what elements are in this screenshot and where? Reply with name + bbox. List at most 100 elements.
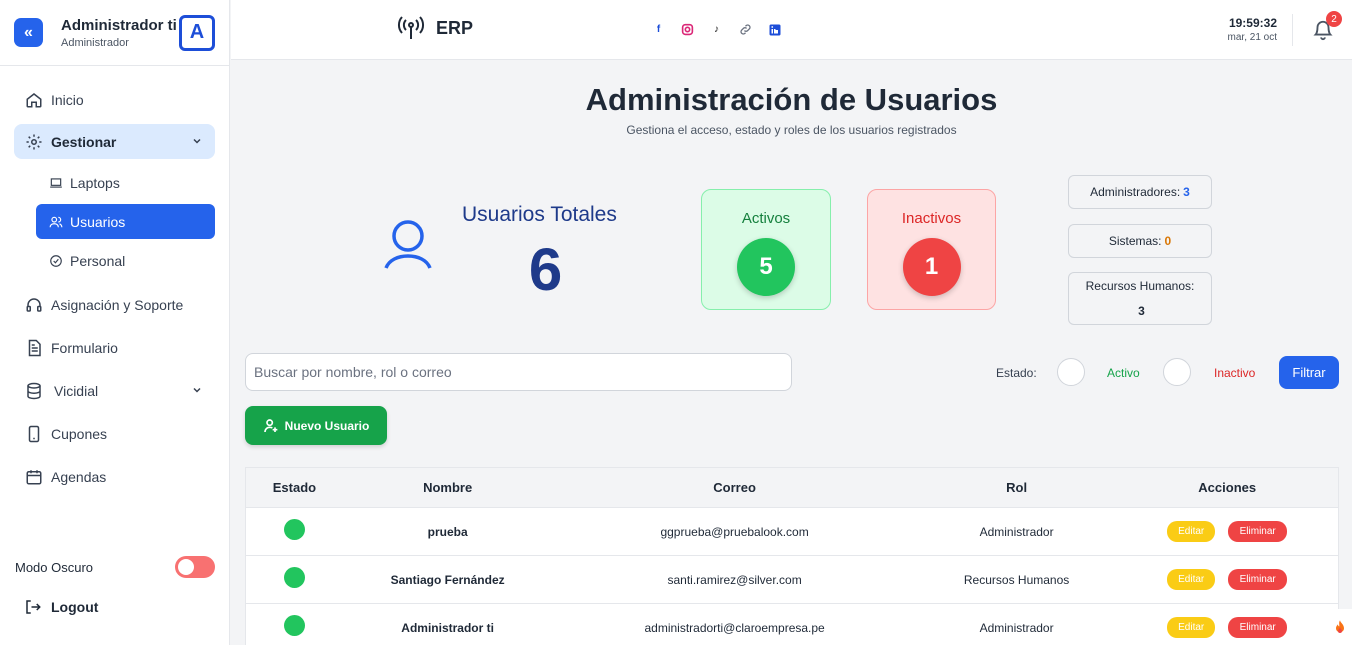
header-rol: Rol	[1006, 480, 1028, 495]
total-users-label: Usuarios Totales	[462, 203, 617, 226]
logout-icon	[26, 600, 41, 614]
clock: 19:59:32 mar, 21 oct	[1223, 16, 1277, 43]
inactivo-radio[interactable]	[1163, 358, 1191, 386]
active-users-label: Activos	[741, 210, 791, 227]
table-header: Estado Nombre Correo Rol Acciones	[246, 468, 1338, 508]
sidebar-item-label: Inicio	[51, 91, 84, 108]
sidebar-item-agendas[interactable]: Agendas	[14, 459, 215, 494]
sidebar-item-label: Cupones	[51, 425, 108, 442]
role-label: Administradores:	[1090, 185, 1181, 199]
user-name: Administrador ti	[61, 16, 177, 34]
table-row: Santiago Fernández santi.ramirez@silver.…	[246, 556, 1338, 604]
users-icon	[48, 214, 64, 230]
estado-label: Estado:	[996, 366, 1037, 380]
tiktok-icon[interactable]: ♪	[709, 22, 724, 37]
dark-mode-row: Modo Oscuro	[15, 555, 215, 579]
role-count-sistemas: Sistemas: 0	[1068, 224, 1212, 258]
sidebar-item-vicidial[interactable]: Vicidial	[14, 373, 215, 408]
sidebar-item-formulario[interactable]: Formulario	[14, 330, 215, 365]
activo-radio[interactable]	[1057, 358, 1085, 386]
check-circle-icon	[48, 253, 64, 269]
brand[interactable]: ERP	[396, 15, 473, 41]
social-links: f ♪	[651, 22, 782, 37]
sidebar-item-label: Laptops	[70, 174, 120, 191]
sidebar-item-label: Personal	[70, 252, 126, 269]
edit-button[interactable]: Editar	[1167, 617, 1216, 638]
sidebar-item-inicio[interactable]: Inicio	[14, 82, 215, 117]
chevron-down-icon	[193, 138, 201, 144]
header-acciones: Acciones	[1198, 480, 1257, 495]
status-dot	[283, 566, 305, 588]
role-count-recursos-humanos: Recursos Humanos: 3	[1068, 272, 1212, 325]
inactive-users-value: 1	[902, 238, 961, 296]
user-icon	[384, 220, 432, 269]
activo-label: Activo	[1107, 366, 1140, 380]
cell-nombre: Administrador ti	[401, 620, 494, 635]
sidebar-item-asignacion[interactable]: Asignación y Soporte	[14, 287, 215, 322]
role-value: 3	[1138, 304, 1145, 319]
sidebar-item-usuarios[interactable]: Usuarios	[36, 204, 215, 239]
document-icon	[24, 338, 44, 358]
cell-rol: Recursos Humanos	[963, 572, 1070, 587]
delete-button[interactable]: Eliminar	[1228, 569, 1288, 590]
active-users-value: 5	[737, 238, 795, 296]
brand-name: ERP	[436, 17, 474, 38]
link-icon[interactable]	[738, 22, 753, 37]
cell-rol: Administrador	[979, 524, 1054, 539]
sidebar-item-label: Agendas	[51, 468, 107, 485]
laptop-icon	[48, 175, 64, 191]
sidebar-header: « Administrador ti Administrador A	[0, 0, 229, 66]
sidebar-item-label: Usuarios	[70, 213, 126, 230]
search-input[interactable]	[245, 353, 792, 391]
cell-correo: ggprueba@pruebalook.com	[660, 524, 809, 539]
fire-icon[interactable]	[1328, 609, 1352, 645]
sidebar-item-label: Formulario	[51, 339, 118, 356]
edit-button[interactable]: Editar	[1167, 569, 1216, 590]
new-user-button[interactable]: Nuevo Usuario	[245, 406, 387, 445]
gear-icon	[24, 132, 44, 152]
linkedin-icon[interactable]	[767, 22, 782, 37]
notification-badge: 2	[1326, 11, 1342, 27]
inactive-users-card: Inactivos 1	[867, 189, 996, 310]
sidebar-item-cupones[interactable]: Cupones	[14, 416, 215, 451]
role-value: 3	[1183, 185, 1190, 199]
facebook-icon[interactable]: f	[651, 22, 666, 37]
delete-button[interactable]: Eliminar	[1228, 617, 1288, 638]
database-icon	[24, 381, 44, 401]
topbar-divider	[1292, 14, 1293, 46]
sidebar-item-laptops[interactable]: Laptops	[36, 165, 215, 200]
sidebar-item-label: Vicidial	[54, 382, 99, 399]
header-nombre: Nombre	[423, 480, 473, 495]
dark-mode-toggle[interactable]	[175, 556, 215, 578]
sidebar-item-personal[interactable]: Personal	[36, 243, 215, 278]
status-dot	[283, 518, 305, 540]
active-users-card: Activos 5	[701, 189, 831, 310]
add-user-icon	[263, 418, 277, 432]
status-dot	[283, 614, 305, 636]
filter-button[interactable]: Filtrar	[1279, 356, 1339, 389]
cell-rol: Administrador	[979, 620, 1054, 635]
instagram-icon[interactable]	[680, 22, 695, 37]
logout-button[interactable]: Logout	[24, 598, 98, 616]
avatar[interactable]: A	[179, 14, 215, 51]
topbar: ERP f ♪ 19:59:32 mar, 21 oct 2	[231, 0, 1352, 60]
cell-nombre: Santiago Fernández	[390, 572, 505, 587]
sidebar-item-gestionar[interactable]: Gestionar	[14, 124, 215, 159]
header-correo: Correo	[713, 480, 756, 495]
cell-correo: administradorti@claroempresa.pe	[644, 620, 825, 635]
sidebar-item-label: Asignación y Soporte	[51, 296, 184, 313]
user-role: Administrador	[61, 36, 129, 49]
antenna-icon	[398, 16, 424, 39]
delete-button[interactable]: Eliminar	[1228, 521, 1288, 542]
collapse-sidebar-button[interactable]: «	[14, 18, 43, 47]
table-row: prueba ggprueba@pruebalook.com Administr…	[246, 508, 1338, 556]
role-value: 0	[1164, 234, 1172, 248]
inactive-users-label: Inactivos	[901, 210, 962, 227]
clock-date: mar, 21 oct	[1227, 32, 1277, 43]
header-estado: Estado	[272, 480, 317, 495]
edit-button[interactable]: Editar	[1167, 521, 1216, 542]
page-title: Administración de Usuarios	[585, 82, 998, 117]
inactivo-label: Inactivo	[1214, 366, 1256, 380]
cell-correo: santi.ramirez@silver.com	[667, 572, 802, 587]
role-count-administradores: Administradores: 3	[1068, 175, 1212, 209]
